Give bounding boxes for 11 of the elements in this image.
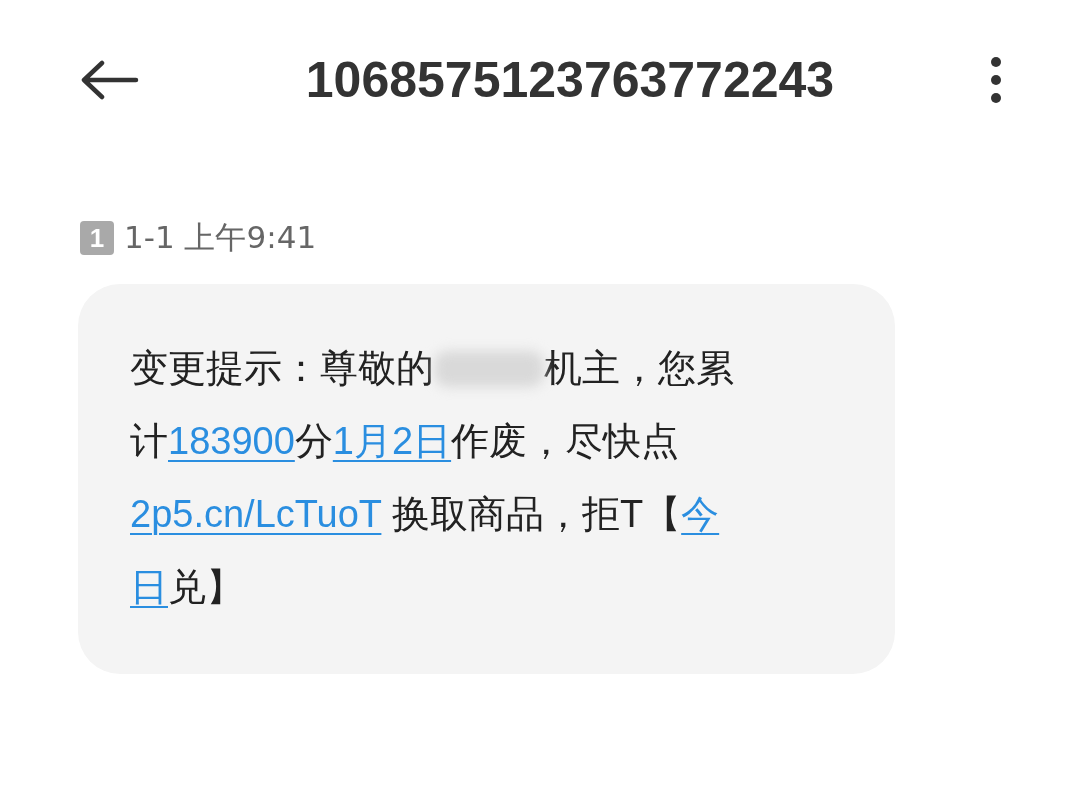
message-link[interactable]: 183900 [168, 420, 295, 462]
menu-icon[interactable] [990, 56, 1002, 104]
back-arrow-icon[interactable] [80, 60, 140, 100]
sender-number: 1068575123763772243 [304, 51, 836, 109]
message-link[interactable]: 今 [681, 493, 720, 535]
sim-badge: 1 [80, 221, 114, 255]
message-text: 变更提示：尊敬的 机主，您累计183900分1月2日作废，尽快点 2p5.cn/LcTuoT 换取商品，拒T【今 日 兑】 [130, 346, 735, 610]
message-timestamp: 1-1 上午9:41 [124, 218, 317, 257]
message-link[interactable]: 1月2日 [332, 420, 452, 462]
message-link[interactable]: 2p5.cn/LcTuoT [130, 493, 382, 535]
message-link[interactable]: 日 [130, 566, 168, 608]
